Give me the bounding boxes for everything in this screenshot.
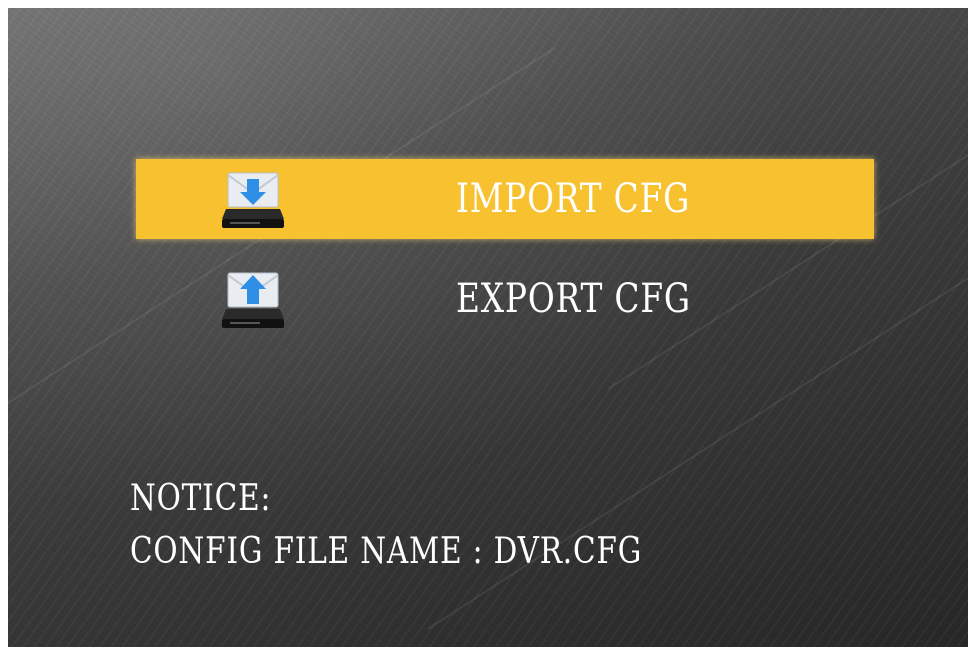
export-drive-icon (222, 272, 284, 328)
export-cfg-label: EXPORT CFG (456, 276, 691, 322)
menu-item-export-cfg[interactable]: EXPORT CFG (136, 259, 874, 339)
import-cfg-label: IMPORT CFG (456, 176, 691, 222)
config-screen: IMPORT CFG EXPORT CFG NOTICE: CONFIG FIL… (8, 8, 968, 647)
menu-item-import-cfg[interactable]: IMPORT CFG (136, 159, 874, 239)
notice-text: CONFIG FILE NAME : DVR.CFG (130, 531, 643, 572)
notice-title: NOTICE: (130, 478, 272, 519)
background-streak (607, 115, 968, 390)
import-drive-icon (222, 172, 284, 228)
